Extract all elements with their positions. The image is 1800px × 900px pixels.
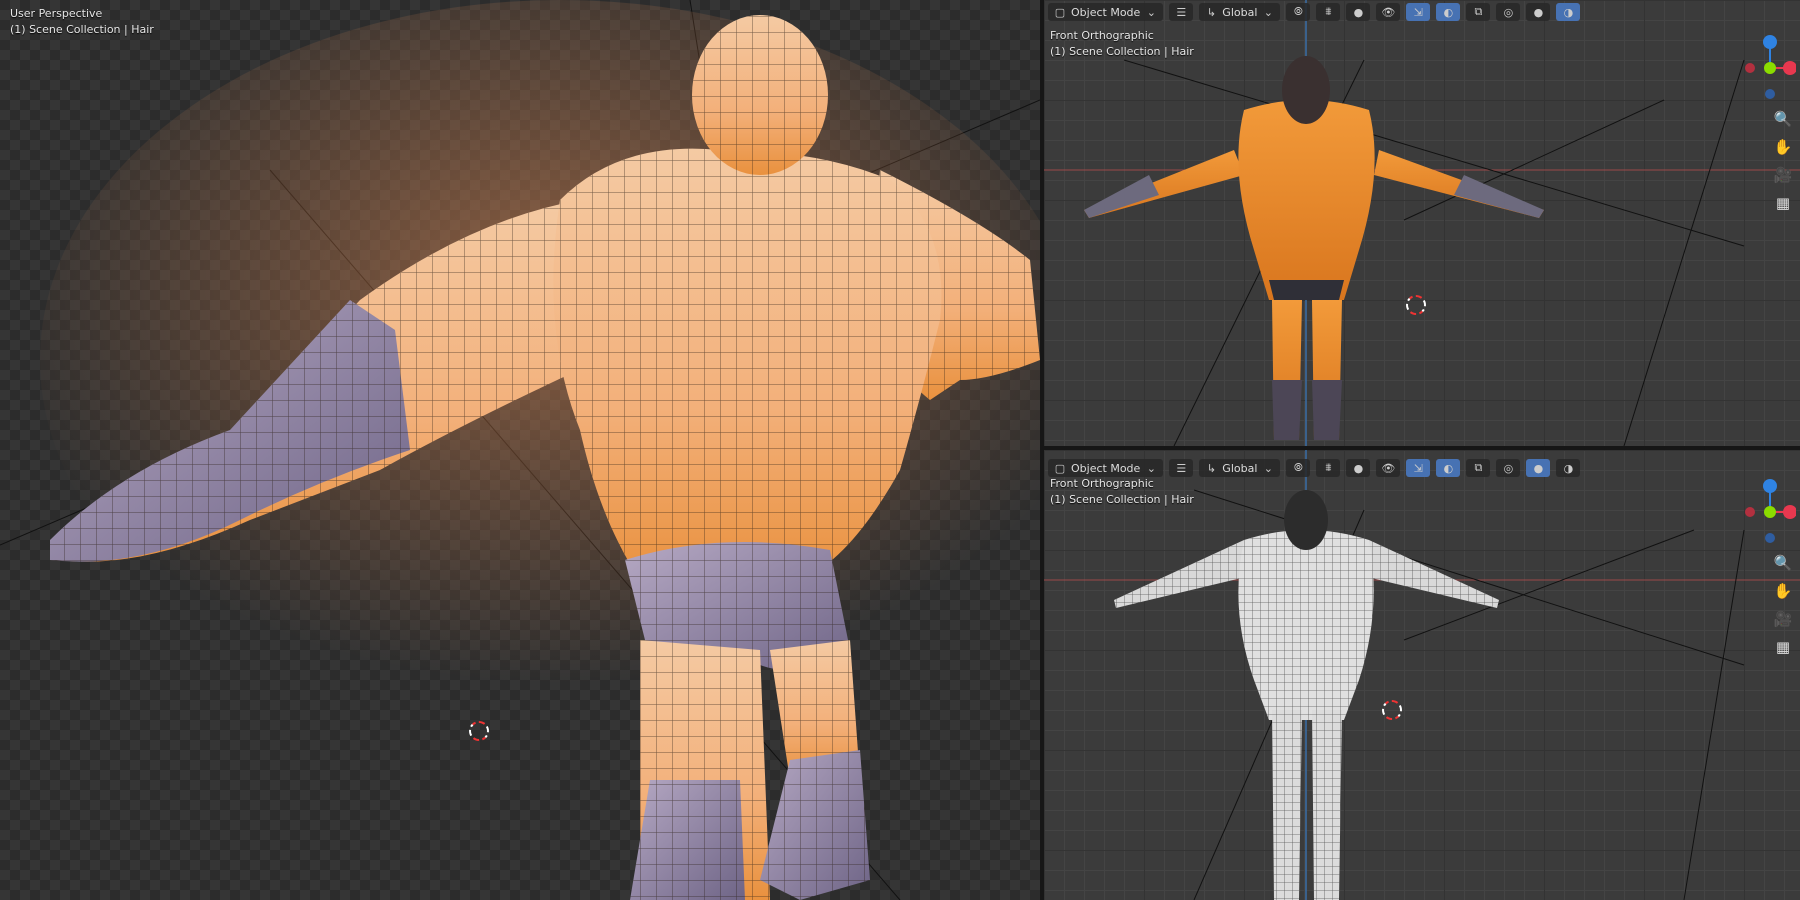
object-mode-icon: ▢ — [1054, 5, 1066, 19]
material-sphere-icon: ◑ — [1563, 461, 1574, 475]
transform-orientation-select[interactable]: ↳ Global ⌄ — [1199, 459, 1281, 477]
pivot-button[interactable]: ⦾ — [1286, 459, 1311, 477]
overlay-icon: ◐ — [1443, 461, 1454, 475]
menu-icon: ☰ — [1176, 461, 1187, 475]
view-menu-button[interactable]: ☰ — [1169, 459, 1194, 477]
wireframe-sphere-icon: ◎ — [1503, 461, 1514, 475]
navigation-gizmo[interactable] — [1730, 30, 1796, 102]
pivot-button[interactable]: ⦾ — [1286, 3, 1311, 21]
chevron-down-icon: ⌄ — [1146, 5, 1156, 19]
camera-icon[interactable]: 🎥 — [1772, 164, 1794, 186]
character-model-front-solid — [1044, 450, 1800, 900]
object-mode-icon: ▢ — [1054, 461, 1066, 475]
snap-button[interactable]: ⩩ — [1316, 459, 1341, 477]
orientation-label: Global — [1222, 461, 1258, 475]
shading-wireframe-button[interactable]: ◎ — [1496, 459, 1521, 477]
orientation-icon: ↳ — [1206, 461, 1216, 475]
mode-select[interactable]: ▢ Object Mode ⌄ — [1048, 459, 1164, 477]
chevron-down-icon: ⌄ — [1263, 461, 1273, 475]
camera-icon[interactable]: 🎥 — [1772, 608, 1794, 630]
chevron-down-icon: ⌄ — [1146, 461, 1156, 475]
viewport-front-top[interactable]: ▢ Object Mode ⌄ ☰ ↳ Global ⌄ ⦾ ⩩ ● 👁 ⇲ ◐ ⧉ ◎… — [1044, 0, 1800, 446]
character-model-front-material — [1044, 0, 1800, 446]
view-menu-button[interactable]: ☰ — [1169, 3, 1194, 21]
pivot-icon: ⦾ — [1293, 461, 1303, 474]
shading-solid-button[interactable]: ● — [1526, 459, 1551, 477]
3d-cursor[interactable] — [469, 721, 489, 741]
eye-icon: 👁 — [1381, 5, 1396, 19]
shading-solid-button[interactable]: ● — [1526, 3, 1551, 21]
hand-pan-icon[interactable]: ✋ — [1772, 136, 1794, 158]
viewport-front-bottom[interactable]: ▢ Object Mode ⌄ ☰ ↳ Global ⌄ ⦾ ⩩ ● 👁 ⇲ ◐ ⧉ ◎… — [1044, 450, 1800, 900]
zoom-icon[interactable]: 🔍 — [1772, 108, 1794, 130]
solid-sphere-icon: ● — [1533, 461, 1544, 475]
gizmo-toggle-button[interactable]: ⇲ — [1406, 3, 1431, 21]
shading-material-button[interactable]: ◑ — [1556, 459, 1581, 477]
orientation-icon: ↳ — [1206, 5, 1216, 19]
view-name: User Perspective — [10, 7, 103, 20]
gizmo-icon: ⇲ — [1413, 5, 1423, 19]
snap-button[interactable]: ⩩ — [1316, 3, 1341, 21]
proportional-icon: ● — [1353, 5, 1364, 19]
scene-collection-label: (1) Scene Collection | Hair — [1050, 493, 1194, 506]
chevron-down-icon: ⌄ — [1263, 5, 1273, 19]
scene-collection-label: (1) Scene Collection | Hair — [1050, 45, 1194, 58]
overlay-icon: ◐ — [1443, 5, 1454, 19]
shading-wireframe-button[interactable]: ◎ — [1496, 3, 1521, 21]
snap-icon: ⩩ — [1325, 5, 1332, 18]
view-name: Front Orthographic — [1050, 477, 1154, 490]
gizmo-icon: ⇲ — [1413, 461, 1423, 475]
xray-toggle-button[interactable]: ⧉ — [1466, 459, 1491, 477]
snap-icon: ⩩ — [1325, 461, 1332, 474]
viewport-perspective[interactable]: User Perspective (1) Scene Collection | … — [0, 0, 1040, 900]
proportional-icon: ● — [1353, 461, 1364, 475]
material-sphere-icon: ◑ — [1563, 5, 1574, 19]
orientation-label: Global — [1222, 5, 1258, 19]
wireframe-sphere-icon: ◎ — [1503, 5, 1514, 19]
eye-icon: 👁 — [1381, 461, 1396, 475]
mode-select[interactable]: ▢ Object Mode ⌄ — [1048, 3, 1164, 21]
overlay-toggle-button[interactable]: ◐ — [1436, 459, 1461, 477]
3d-cursor[interactable] — [1406, 295, 1426, 315]
view-name: Front Orthographic — [1050, 29, 1154, 42]
pivot-icon: ⦾ — [1293, 5, 1303, 18]
hand-pan-icon[interactable]: ✋ — [1772, 580, 1794, 602]
gizmo-toggle-button[interactable]: ⇲ — [1406, 459, 1431, 477]
transform-orientation-select[interactable]: ↳ Global ⌄ — [1199, 3, 1281, 21]
solid-sphere-icon: ● — [1533, 5, 1544, 19]
scene-collection-label: (1) Scene Collection | Hair — [10, 23, 154, 36]
menu-icon: ☰ — [1176, 5, 1187, 19]
character-model-back-view — [0, 0, 1040, 900]
visibility-button[interactable]: 👁 — [1376, 3, 1401, 21]
xray-icon: ⧉ — [1474, 5, 1483, 18]
xray-toggle-button[interactable]: ⧉ — [1466, 3, 1491, 21]
mode-label: Object Mode — [1071, 461, 1141, 475]
proportional-edit-button[interactable]: ● — [1346, 3, 1371, 21]
grid-icon[interactable]: ▦ — [1772, 192, 1794, 214]
overlay-toggle-button[interactable]: ◐ — [1436, 3, 1461, 21]
viewport-header: ▢ Object Mode ⌄ ☰ ↳ Global ⌄ ⦾ ⩩ ● 👁 ⇲ ◐ ⧉ ◎… — [1044, 0, 1800, 24]
grid-icon[interactable]: ▦ — [1772, 636, 1794, 658]
xray-icon: ⧉ — [1474, 461, 1483, 474]
visibility-button[interactable]: 👁 — [1376, 459, 1401, 477]
mode-label: Object Mode — [1071, 5, 1141, 19]
navigation-gizmo[interactable] — [1730, 474, 1796, 546]
proportional-edit-button[interactable]: ● — [1346, 459, 1371, 477]
shading-material-button[interactable]: ◑ — [1556, 3, 1581, 21]
zoom-icon[interactable]: 🔍 — [1772, 552, 1794, 574]
3d-cursor[interactable] — [1382, 700, 1402, 720]
